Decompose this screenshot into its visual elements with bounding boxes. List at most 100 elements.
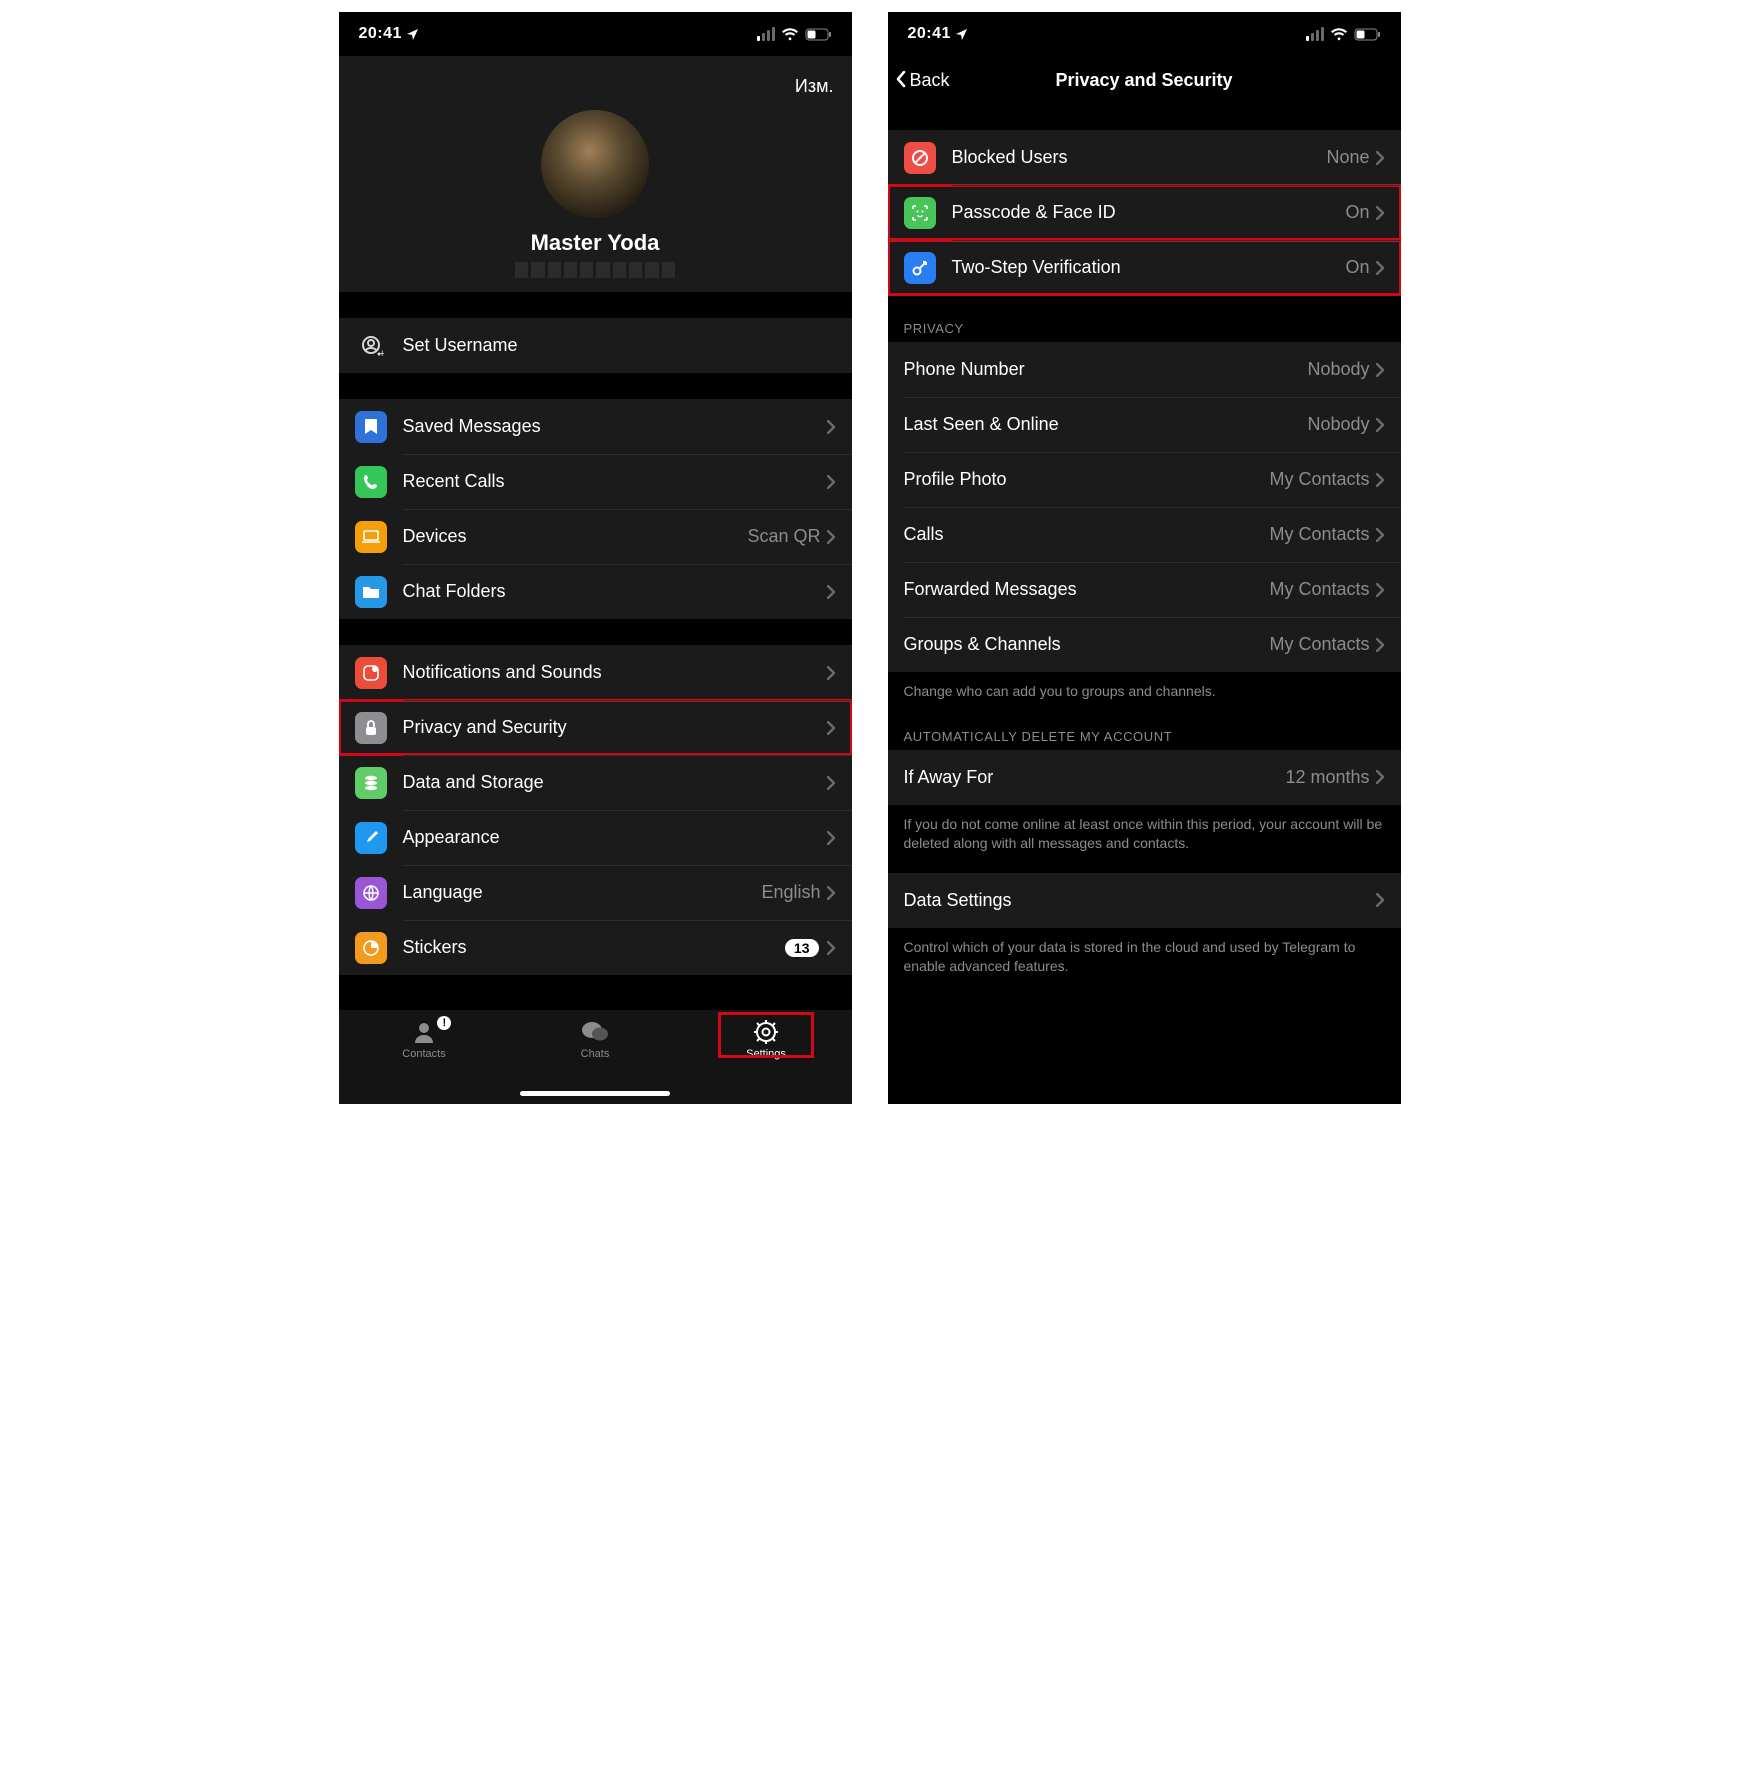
row-value: Nobody bbox=[1307, 414, 1369, 435]
tab-chats[interactable]: Chats bbox=[510, 1018, 681, 1060]
row-label: Devices bbox=[403, 526, 748, 547]
home-indicator[interactable] bbox=[520, 1091, 670, 1096]
chevron-icon bbox=[827, 530, 836, 544]
phone-number-row[interactable]: Phone Number Nobody bbox=[888, 342, 1401, 397]
chevron-icon bbox=[827, 831, 836, 845]
row-value: Scan QR bbox=[747, 526, 820, 547]
last-seen-row[interactable]: Last Seen & Online Nobody bbox=[888, 397, 1401, 452]
row-label: Recent Calls bbox=[403, 471, 827, 492]
section-footer-privacy: Change who can add you to groups and cha… bbox=[888, 672, 1401, 703]
forwarded-row[interactable]: Forwarded Messages My Contacts bbox=[888, 562, 1401, 617]
chevron-icon bbox=[827, 886, 836, 900]
row-label: Chat Folders bbox=[403, 581, 827, 602]
bell-icon bbox=[355, 657, 387, 689]
privacy-security-screen: 20:41 Back Privacy and Security Blocked … bbox=[888, 12, 1401, 1104]
avatar[interactable] bbox=[541, 110, 649, 218]
folder-icon bbox=[355, 576, 387, 608]
row-label: If Away For bbox=[904, 767, 1286, 788]
row-label: Notifications and Sounds bbox=[403, 662, 827, 683]
svg-text:+: + bbox=[379, 348, 384, 359]
status-time: 20:41 bbox=[359, 25, 402, 43]
data-settings-row[interactable]: Data Settings bbox=[888, 873, 1401, 928]
row-label: Phone Number bbox=[904, 359, 1308, 380]
chevron-icon bbox=[1376, 418, 1385, 432]
location-icon bbox=[955, 28, 968, 41]
lock-icon bbox=[355, 712, 387, 744]
notifications-row[interactable]: Notifications and Sounds bbox=[339, 645, 852, 700]
tab-bar: ! Contacts Chats Settings bbox=[339, 1010, 852, 1104]
row-label: Data and Storage bbox=[403, 772, 827, 793]
row-label: Language bbox=[403, 882, 762, 903]
section-footer-data: Control which of your data is stored in … bbox=[888, 928, 1401, 978]
chevron-icon bbox=[1376, 151, 1385, 165]
row-value: My Contacts bbox=[1269, 634, 1369, 655]
globe-icon bbox=[355, 877, 387, 909]
status-bar: 20:41 bbox=[888, 12, 1401, 56]
section-footer-autodelete: If you do not come online at least once … bbox=[888, 805, 1401, 855]
chat-folders-row[interactable]: Chat Folders bbox=[339, 564, 852, 619]
groups-channels-row[interactable]: Groups & Channels My Contacts bbox=[888, 617, 1401, 672]
passcode-faceid-row[interactable]: Passcode & Face ID On bbox=[888, 185, 1401, 240]
gear-icon bbox=[751, 1018, 781, 1046]
chevron-icon bbox=[827, 721, 836, 735]
row-label: Blocked Users bbox=[952, 147, 1327, 168]
tab-settings[interactable]: Settings bbox=[681, 1018, 852, 1060]
row-value: English bbox=[761, 882, 820, 903]
row-label: Forwarded Messages bbox=[904, 579, 1270, 600]
row-value: My Contacts bbox=[1269, 579, 1369, 600]
chevron-icon bbox=[1376, 638, 1385, 652]
privacy-security-row[interactable]: Privacy and Security bbox=[339, 700, 852, 755]
row-label: Passcode & Face ID bbox=[952, 202, 1346, 223]
row-value: My Contacts bbox=[1269, 524, 1369, 545]
saved-messages-row[interactable]: Saved Messages bbox=[339, 399, 852, 454]
if-away-for-row[interactable]: If Away For 12 months bbox=[888, 750, 1401, 805]
chevron-icon bbox=[827, 941, 836, 955]
row-label: Profile Photo bbox=[904, 469, 1270, 490]
contacts-icon bbox=[409, 1018, 439, 1046]
recent-calls-row[interactable]: Recent Calls bbox=[339, 454, 852, 509]
devices-row[interactable]: Devices Scan QR bbox=[339, 509, 852, 564]
row-label: Groups & Channels bbox=[904, 634, 1270, 655]
key-icon bbox=[904, 252, 936, 284]
profile-header: Изм. Master Yoda bbox=[339, 56, 852, 292]
row-label: Last Seen & Online bbox=[904, 414, 1308, 435]
tab-contacts[interactable]: ! Contacts bbox=[339, 1018, 510, 1060]
chevron-icon bbox=[827, 585, 836, 599]
username-icon: + bbox=[355, 330, 387, 362]
sticker-icon bbox=[355, 932, 387, 964]
laptop-icon bbox=[355, 521, 387, 553]
blocked-users-row[interactable]: Blocked Users None bbox=[888, 130, 1401, 185]
row-value: My Contacts bbox=[1269, 469, 1369, 490]
language-row[interactable]: Language English bbox=[339, 865, 852, 920]
row-value: On bbox=[1345, 257, 1369, 278]
badge: 13 bbox=[785, 939, 819, 957]
database-icon bbox=[355, 767, 387, 799]
row-label: Data Settings bbox=[904, 890, 1376, 911]
stickers-row[interactable]: Stickers 13 bbox=[339, 920, 852, 975]
chevron-icon bbox=[827, 420, 836, 434]
phone-number-redacted bbox=[515, 262, 675, 278]
chats-icon bbox=[580, 1018, 610, 1046]
chevron-icon bbox=[1376, 363, 1385, 377]
chevron-icon bbox=[827, 666, 836, 680]
tab-label: Settings bbox=[746, 1048, 786, 1060]
profile-photo-row[interactable]: Profile Photo My Contacts bbox=[888, 452, 1401, 507]
row-value: 12 months bbox=[1285, 767, 1369, 788]
two-step-verification-row[interactable]: Two-Step Verification On bbox=[888, 240, 1401, 295]
status-bar: 20:41 bbox=[339, 12, 852, 56]
row-label: Privacy and Security bbox=[403, 717, 827, 738]
tab-badge: ! bbox=[437, 1016, 451, 1030]
cellular-icon bbox=[757, 27, 775, 41]
row-label: Two-Step Verification bbox=[952, 257, 1346, 278]
set-username-row[interactable]: + Set Username bbox=[339, 318, 852, 373]
section-header-autodelete: AUTOMATICALLY DELETE MY ACCOUNT bbox=[888, 703, 1401, 750]
edit-button[interactable]: Изм. bbox=[795, 76, 834, 97]
chevron-icon bbox=[827, 776, 836, 790]
chevron-icon bbox=[1376, 583, 1385, 597]
chevron-icon bbox=[1376, 261, 1385, 275]
bookmark-icon bbox=[355, 411, 387, 443]
row-label: Saved Messages bbox=[403, 416, 827, 437]
calls-row[interactable]: Calls My Contacts bbox=[888, 507, 1401, 562]
data-storage-row[interactable]: Data and Storage bbox=[339, 755, 852, 810]
appearance-row[interactable]: Appearance bbox=[339, 810, 852, 865]
